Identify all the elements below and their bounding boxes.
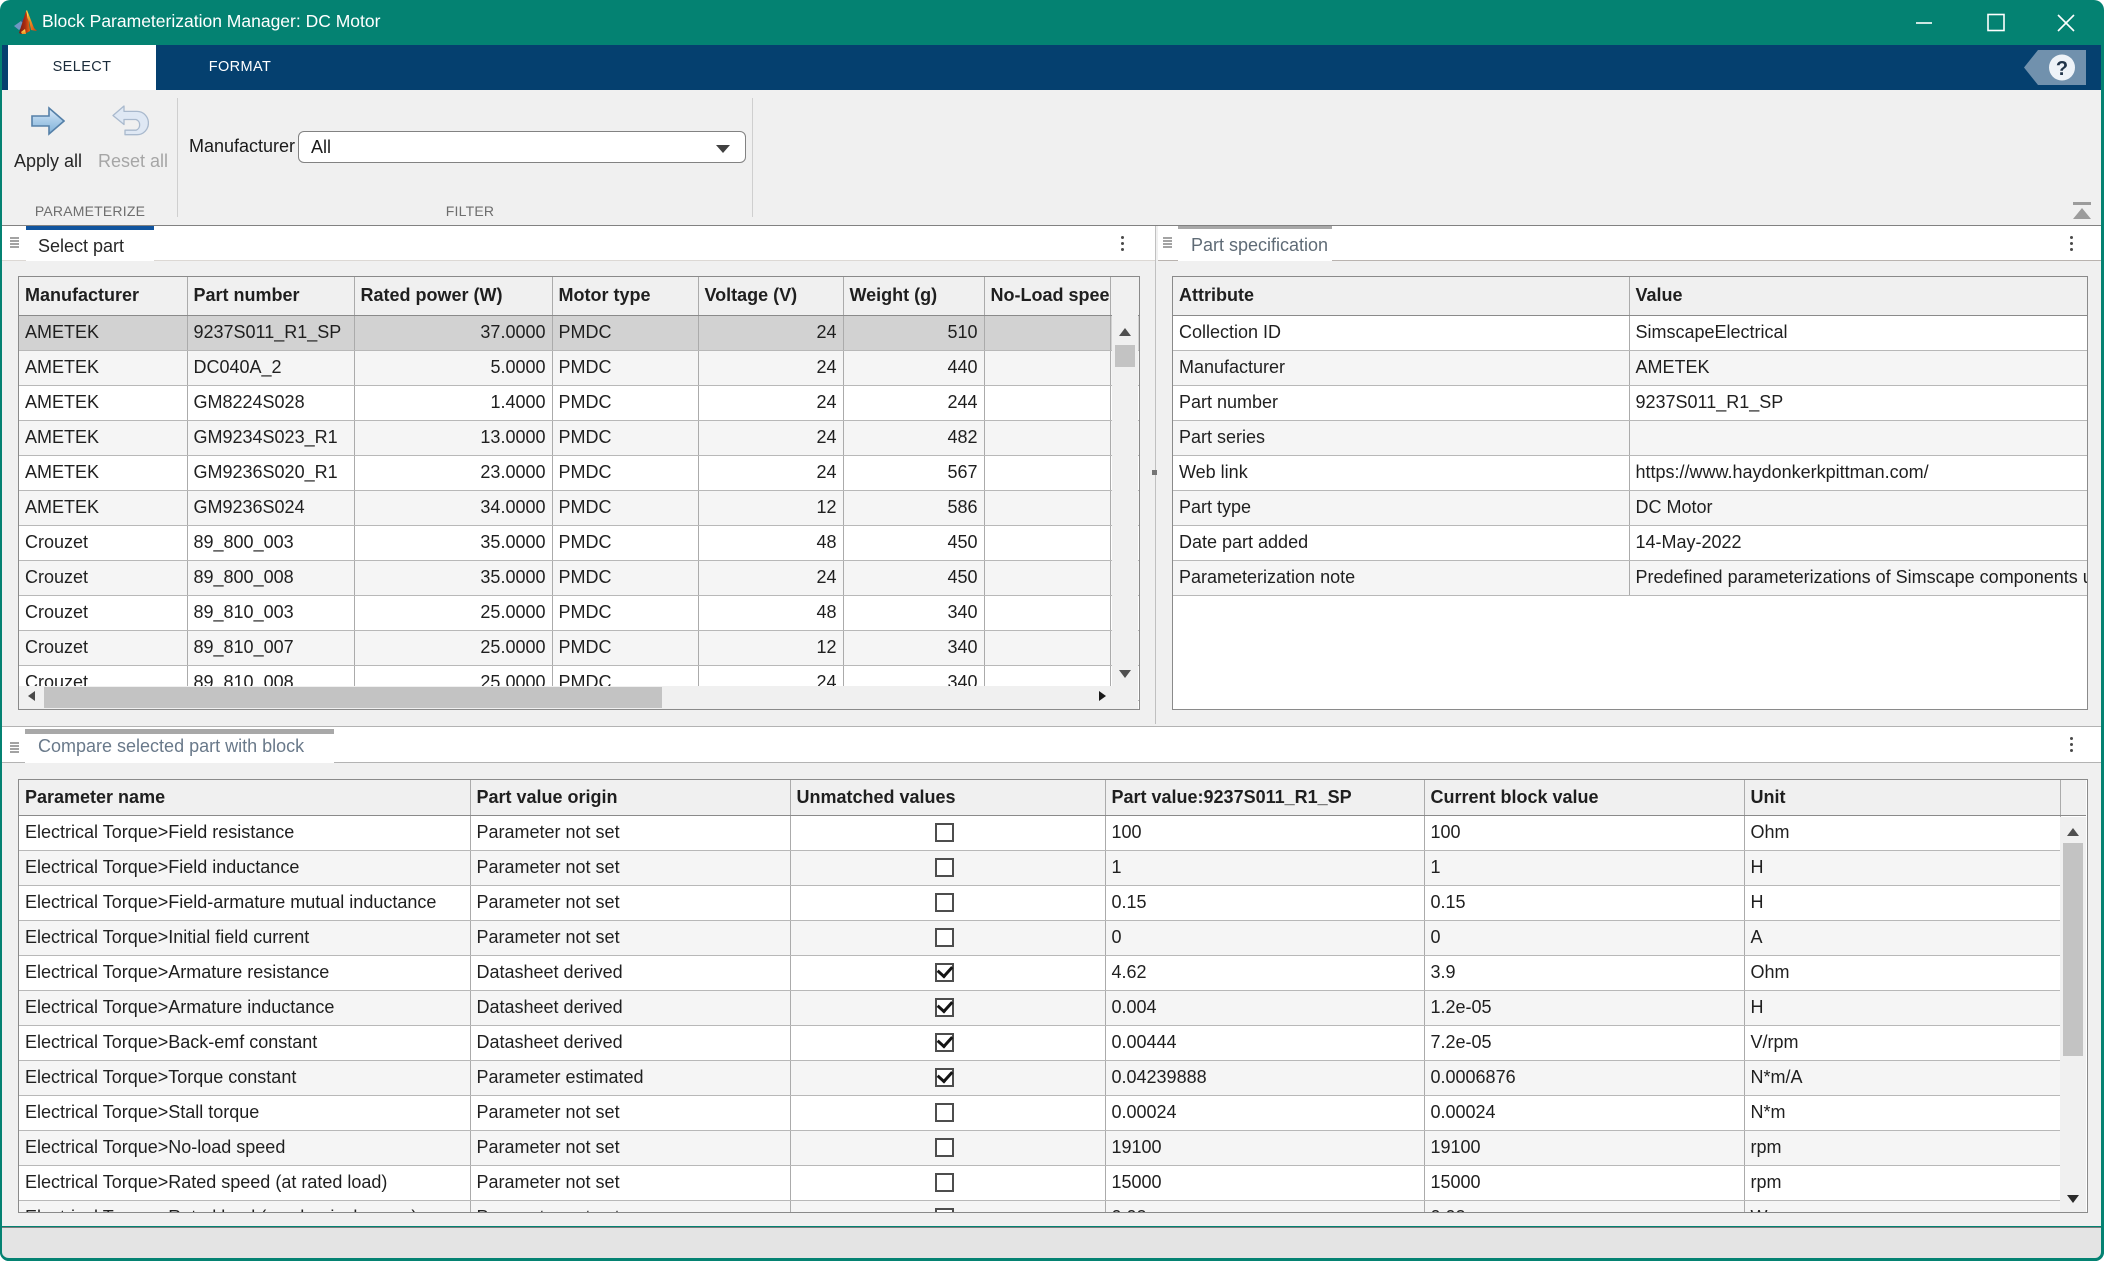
svg-text:?: ?: [2056, 58, 2068, 80]
